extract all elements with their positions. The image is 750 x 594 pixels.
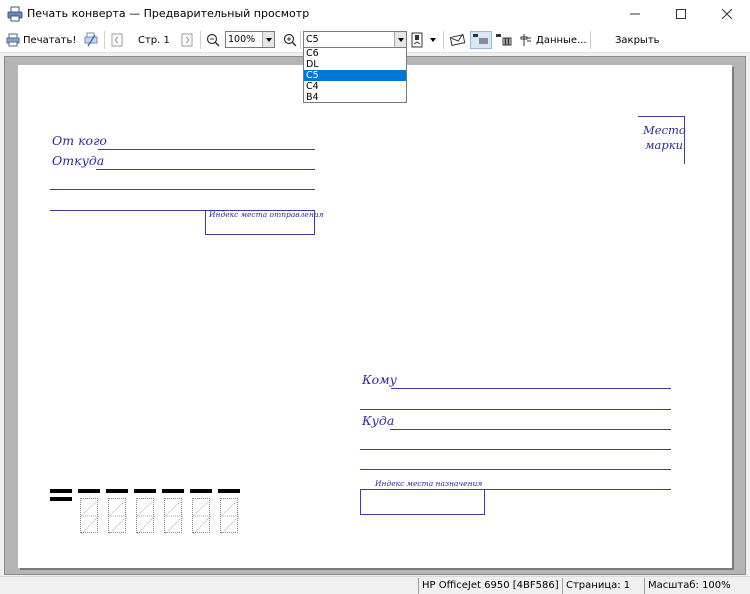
status-printer: HP OfficeJet 6950 [4BF586] — [418, 578, 560, 594]
title-bar: Печать конверта — Предварительный просмо… — [0, 0, 750, 27]
chevron-down-icon — [394, 32, 406, 47]
window-title: Печать конверта — Предварительный просмо… — [27, 7, 310, 20]
zoom-out-button[interactable] — [206, 31, 220, 49]
zoom-select[interactable]: 100% — [225, 31, 275, 48]
minimize-button[interactable] — [612, 0, 658, 27]
grid-icon — [496, 34, 512, 46]
dest-index-box — [360, 489, 485, 515]
page-orientation-icon — [411, 32, 423, 48]
print-setup-button[interactable] — [83, 31, 99, 49]
print-button[interactable]: Печатать! — [6, 31, 76, 49]
index-code-bar — [78, 489, 100, 493]
zoom-in-button[interactable] — [283, 31, 297, 49]
close-button[interactable] — [704, 0, 750, 27]
index-digit-stencil — [220, 498, 239, 534]
align-left-button[interactable] — [470, 31, 492, 49]
maximize-button[interactable] — [658, 0, 704, 27]
dest-index-label: Индекс места назначения — [375, 479, 483, 488]
chevron-down-icon — [262, 32, 274, 47]
index-digit-stencil — [108, 498, 127, 534]
from-line — [98, 149, 315, 150]
maximize-icon — [676, 8, 686, 19]
index-digit-stencil — [136, 498, 155, 534]
format-option-c5[interactable]: C5 — [304, 70, 406, 81]
preview-area[interactable]: От кого Откуда Индекс места отправления … — [4, 56, 746, 575]
zoom-in-icon — [283, 33, 297, 47]
page-indicator: Стр. 1 — [138, 34, 170, 46]
envelope-icon — [450, 33, 466, 46]
chevron-down-icon — [430, 38, 436, 42]
data-label: Данные... — [536, 34, 587, 46]
to-label: Кому — [362, 372, 397, 387]
stamp-label-1: Место — [643, 123, 686, 137]
sender-address-line — [50, 189, 315, 190]
to-where-label: Куда — [362, 413, 395, 428]
to-line — [391, 388, 671, 389]
to-where-line — [390, 429, 671, 430]
text-align-icon — [473, 34, 488, 44]
index-marker-bar — [50, 497, 72, 501]
print-label: Печатать! — [23, 34, 77, 46]
index-digit-stencil — [192, 498, 211, 534]
envelope-settings-button[interactable] — [450, 31, 466, 49]
index-code-bar — [134, 489, 156, 493]
print-icon — [6, 33, 20, 47]
index-marker-bar — [50, 489, 72, 493]
stamp-label-2: марки — [645, 138, 684, 152]
format-dropdown-list[interactable]: C6 DL C5 C4 B4 — [303, 47, 407, 103]
from-where-label: Откуда — [52, 153, 105, 168]
printer-icon — [7, 6, 23, 21]
format-option-c6[interactable]: C6 — [304, 48, 406, 59]
close-icon — [722, 8, 732, 19]
data-icon — [520, 34, 531, 46]
index-code-bar — [190, 489, 212, 493]
status-scale: Масштаб: 100% — [644, 578, 748, 594]
from-label: От кого — [52, 133, 107, 148]
index-digit-stencil — [80, 498, 99, 534]
data-button[interactable]: Данные... — [520, 31, 587, 49]
envelope-page: От кого Откуда Индекс места отправления … — [18, 65, 732, 568]
index-digit-stencil — [164, 498, 183, 534]
next-page-button[interactable] — [181, 31, 193, 49]
orientation-dropdown-button[interactable] — [430, 31, 436, 49]
stamp-border-top — [638, 116, 684, 117]
sender-index-label: Индекс места отправления — [209, 210, 324, 219]
recipient-address-line — [360, 449, 671, 450]
next-page-icon — [181, 33, 193, 47]
from-where-line — [96, 169, 315, 170]
grid-layout-button[interactable] — [496, 31, 512, 49]
prev-page-button[interactable] — [111, 31, 123, 49]
format-value: C5 — [306, 34, 319, 45]
index-code-bar — [106, 489, 128, 493]
zoom-out-icon — [206, 33, 220, 47]
index-code-bar — [218, 489, 240, 493]
to-line-2 — [360, 409, 671, 410]
recipient-address-line — [360, 469, 671, 470]
close-preview-button[interactable]: Закрыть — [615, 31, 660, 49]
format-option-c4[interactable]: C4 — [304, 81, 406, 92]
status-page: Страница: 1 — [562, 578, 642, 594]
printer-setup-icon — [84, 32, 98, 47]
format-option-dl[interactable]: DL — [304, 59, 406, 70]
prev-page-icon — [111, 33, 123, 47]
format-option-b4[interactable]: B4 — [304, 92, 406, 103]
zoom-value: 100% — [228, 34, 256, 45]
index-code-bar — [162, 489, 184, 493]
orientation-button[interactable] — [410, 31, 424, 49]
status-bar: HP OfficeJet 6950 [4BF586] Страница: 1 М… — [0, 576, 750, 594]
format-select[interactable]: C5 — [303, 31, 407, 48]
minimize-icon — [630, 13, 640, 14]
